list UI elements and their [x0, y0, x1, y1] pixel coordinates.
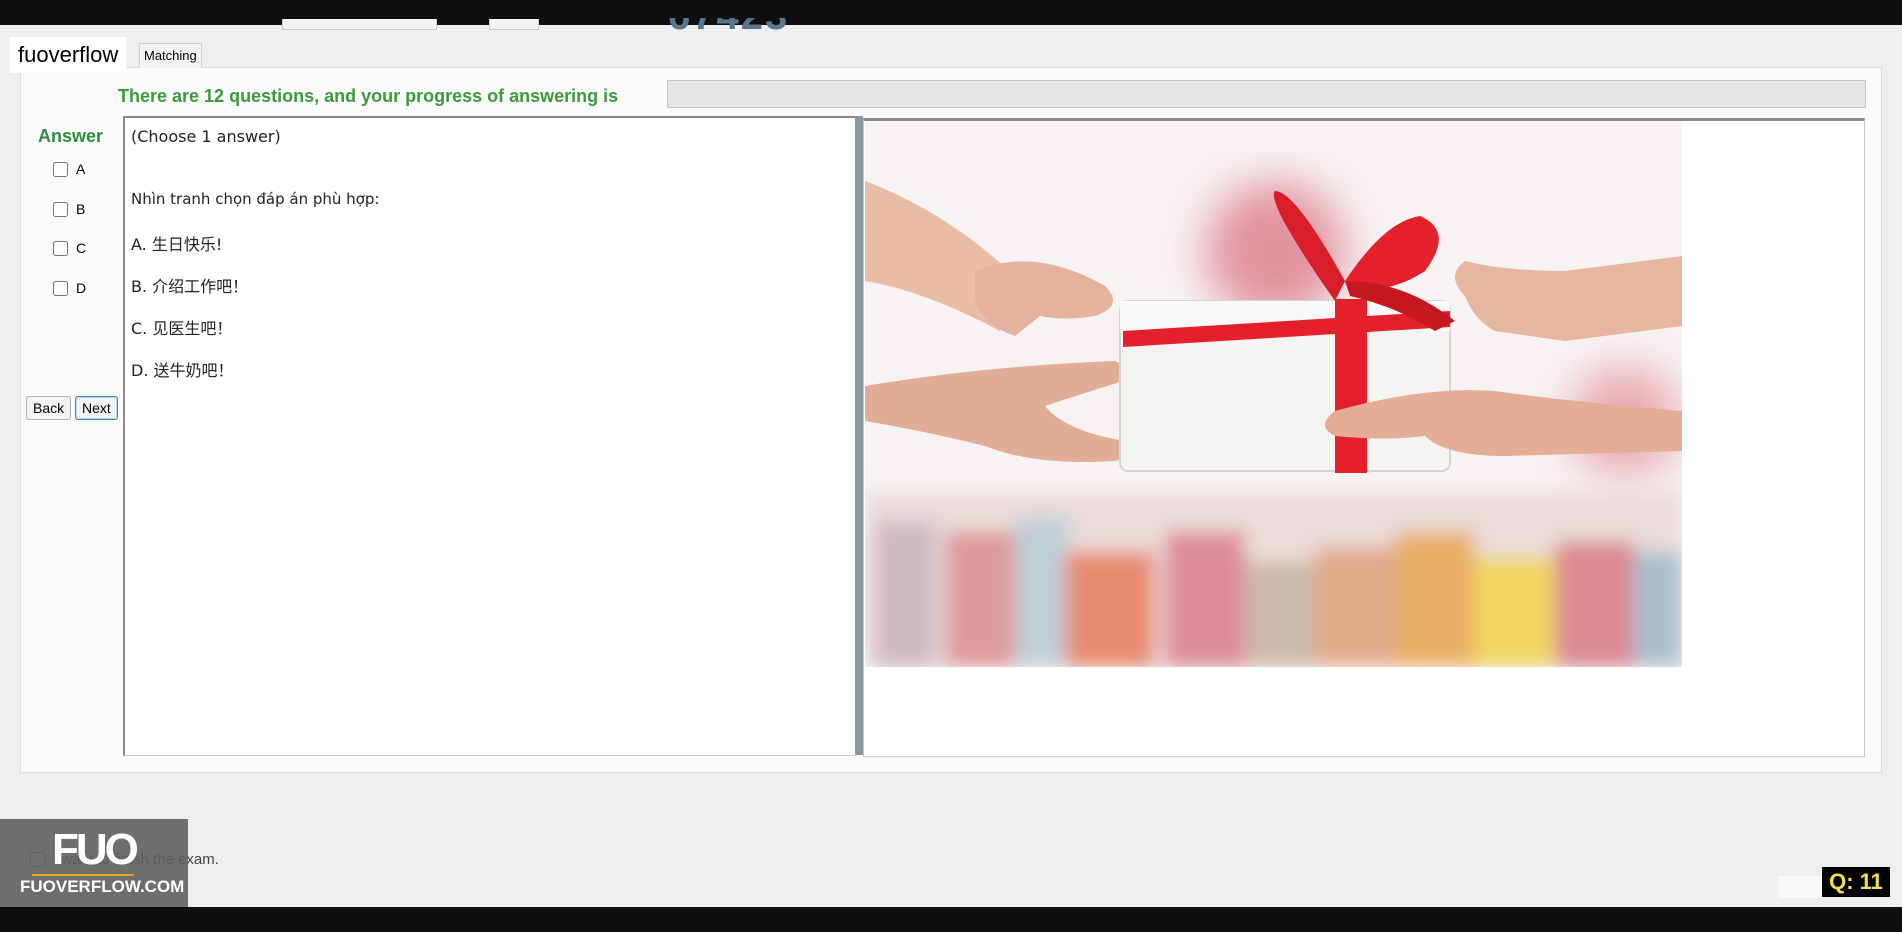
- gift-exchange-image: [865, 121, 1682, 667]
- progress-bar: [667, 80, 1866, 108]
- logo-caption: FUOVERFLOW.COM: [20, 877, 185, 896]
- next-button[interactable]: Next: [75, 396, 118, 420]
- answer-option-d[interactable]: D: [53, 280, 86, 296]
- answer-checkbox-d[interactable]: [53, 280, 68, 296]
- tab-matching[interactable]: Matching: [139, 43, 202, 68]
- answer-option-label: D: [76, 280, 87, 296]
- question-prompt: Nhìn tranh chọn đáp án phù hợp:: [131, 190, 380, 208]
- logo-underline: [32, 874, 134, 876]
- counter-backdrop: [1778, 876, 1822, 898]
- question-counter: Q: 11: [1822, 867, 1890, 897]
- answer-option-label: C: [76, 240, 87, 256]
- top-partial-dropdown[interactable]: [282, 19, 437, 30]
- fuoverflow-logo: FUO FUOVERFLOW.COM: [0, 819, 188, 907]
- question-choice-c: C. 见医生吧！: [131, 319, 233, 338]
- panel-splitter[interactable]: [855, 116, 863, 755]
- watermark-label: fuoverflow: [10, 37, 127, 73]
- question-choice-a: A. 生日快乐!: [131, 235, 223, 254]
- progress-label: There are 12 questions, and your progres…: [118, 86, 619, 106]
- question-panel: [123, 116, 856, 756]
- answer-option-label: A: [76, 161, 86, 177]
- top-partial-field[interactable]: [489, 19, 539, 30]
- answer-option-label: B: [76, 201, 86, 217]
- answer-option-b[interactable]: B: [53, 201, 85, 217]
- answer-checkbox-b[interactable]: [53, 201, 68, 217]
- question-choice-d: D. 送牛奶吧！: [131, 361, 234, 380]
- question-choice-b: B. 介绍工作吧！: [131, 277, 249, 296]
- answer-checkbox-c[interactable]: [53, 240, 68, 256]
- question-image-gift-exchange: [865, 121, 1682, 667]
- logo-mark: FUO: [52, 825, 139, 874]
- top-partial-code: 67423: [668, 18, 818, 32]
- bottom-black-bar: [0, 907, 1902, 932]
- answer-option-c[interactable]: C: [53, 240, 86, 256]
- back-button[interactable]: Back: [26, 396, 72, 420]
- answer-checkbox-a[interactable]: [53, 161, 68, 177]
- answer-title: Answer: [38, 126, 104, 146]
- question-instruction: (Choose 1 answer): [131, 127, 281, 146]
- answer-option-a[interactable]: A: [53, 161, 85, 177]
